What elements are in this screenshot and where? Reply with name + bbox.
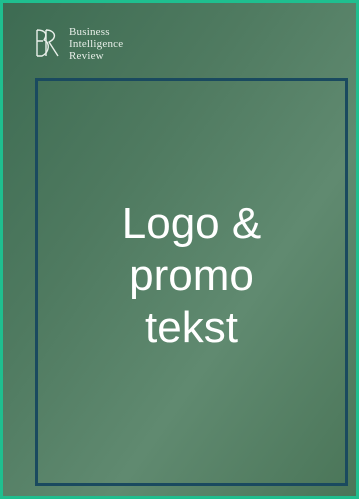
promo-frame: Logo & promo tekst bbox=[35, 78, 348, 486]
brand-monogram-icon bbox=[36, 29, 59, 57]
brand-line-2: Intelligence bbox=[69, 38, 124, 50]
promo-line-2: promo bbox=[129, 251, 254, 300]
brand-name: Business Intelligence Review bbox=[69, 26, 123, 62]
brand-line-1: Business bbox=[69, 26, 110, 38]
brand-logo[interactable]: Business Intelligence Review bbox=[33, 26, 123, 62]
promo-card: Business Intelligence Review Logo & prom… bbox=[0, 0, 359, 499]
brand-line-3: Review bbox=[69, 50, 104, 62]
promo-line-3: tekst bbox=[145, 303, 238, 352]
promo-line-1: Logo & bbox=[121, 199, 262, 248]
promo-text: Logo & promo tekst bbox=[38, 198, 345, 354]
